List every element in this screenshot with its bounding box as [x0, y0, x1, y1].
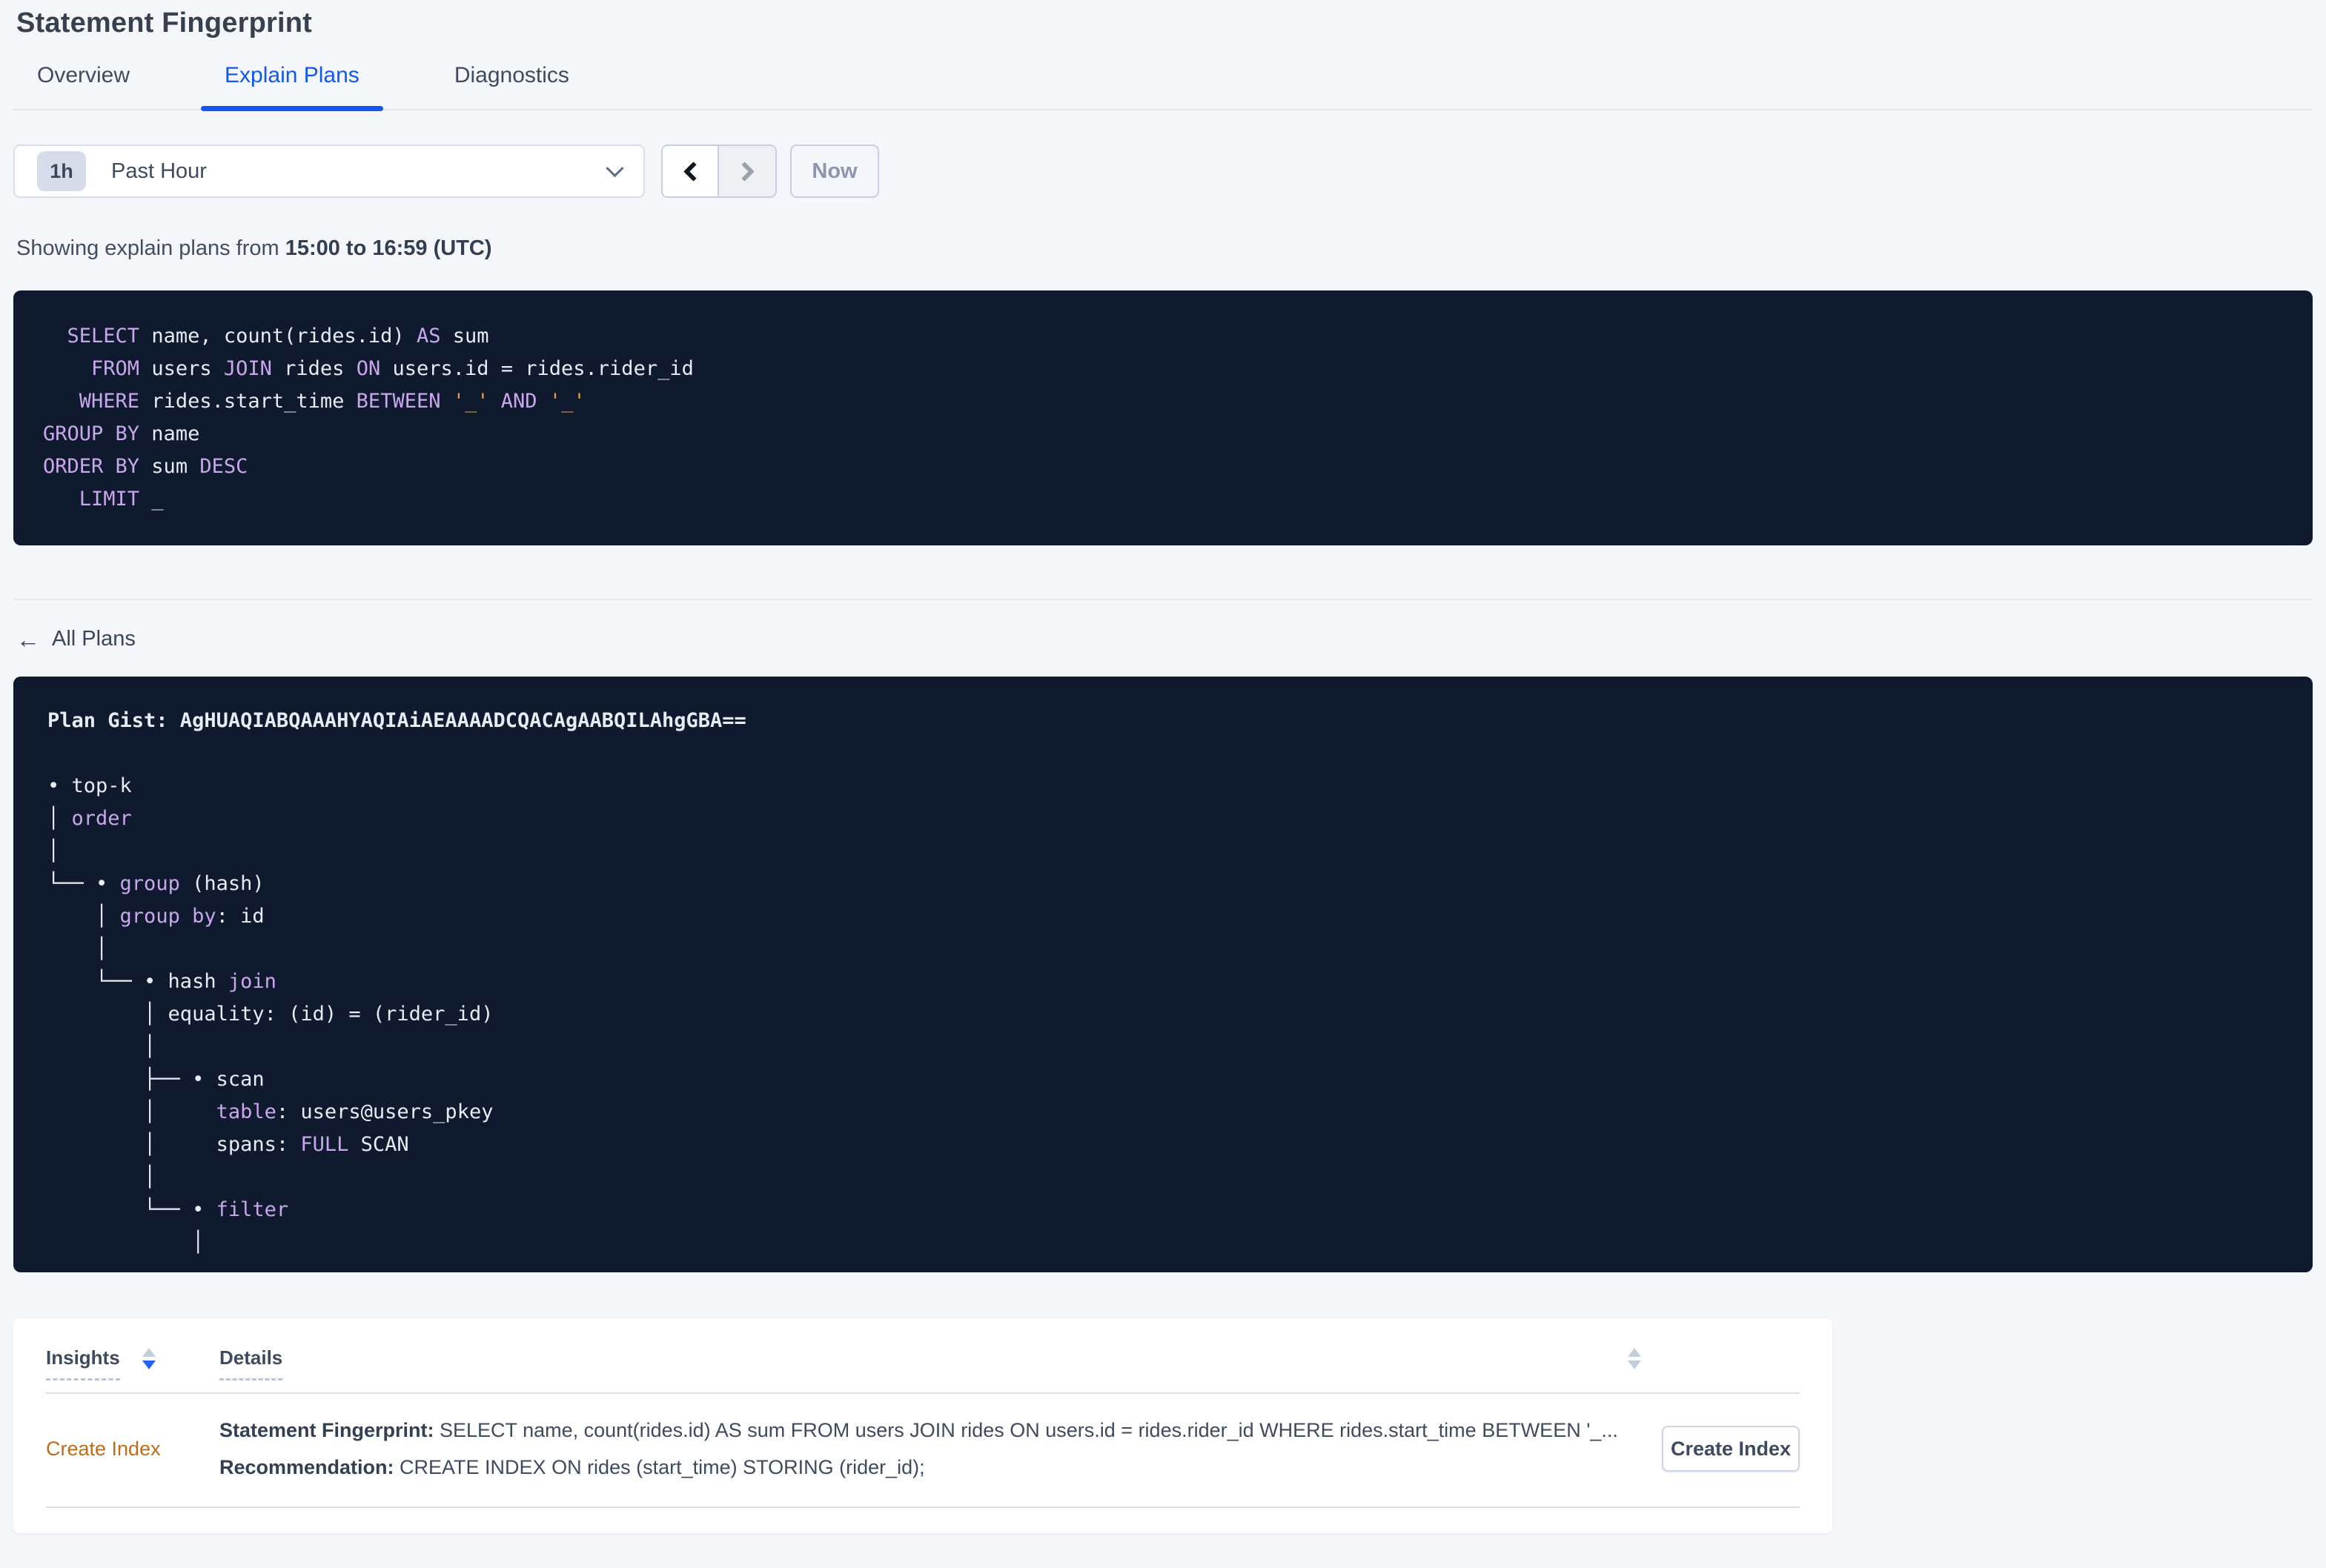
insights-column-header: Insights [46, 1346, 219, 1381]
sort-desc-icon [142, 1361, 156, 1369]
time-controls: 1h Past Hour Now [13, 144, 2313, 198]
statement-fingerprint-label: Statement Fingerprint: [219, 1419, 434, 1441]
sql-statement-block: SELECT name, count(rides.id) AS sum FROM… [13, 290, 2313, 545]
all-plans-label: All Plans [52, 627, 136, 651]
plan-gist-block: Plan Gist: AgHUAQIABQAAAHYAQIAiAEAAAADCQ… [13, 677, 2313, 1272]
all-plans-back-link[interactable]: ← All Plans [16, 627, 136, 651]
details-column-header: Details [219, 1346, 1662, 1381]
sort-asc-icon [1628, 1348, 1641, 1357]
sort-details-icon[interactable] [1628, 1348, 1641, 1369]
chevron-right-icon [734, 161, 755, 182]
section-divider [13, 599, 2313, 600]
showing-prefix: Showing explain plans from [16, 236, 285, 260]
arrow-left-icon: ← [16, 625, 40, 653]
next-interval-button[interactable] [719, 146, 775, 196]
now-button[interactable]: Now [790, 144, 879, 198]
time-range-badge: 1h [37, 151, 86, 191]
create-index-button[interactable]: Create Index [1662, 1426, 1800, 1472]
insights-table-header: Insights Details [46, 1346, 1800, 1394]
chevron-left-icon [683, 161, 703, 182]
page-title: Statement Fingerprint [16, 7, 313, 39]
time-step-buttons [661, 144, 777, 198]
showing-range-text: Showing explain plans from 15:00 to 16:5… [16, 236, 2313, 261]
insight-row: Create Index Statement Fingerprint: SELE… [46, 1394, 1800, 1508]
tab-bar: Overview Explain Plans Diagnostics [13, 63, 2313, 111]
insights-header-label: Insights [46, 1346, 120, 1381]
previous-interval-button[interactable] [663, 146, 719, 196]
recommendation-line: Recommendation: CREATE INDEX ON rides (s… [219, 1449, 1644, 1486]
time-range-label: Past Hour [111, 159, 207, 183]
insight-details: Statement Fingerprint: SELECT name, coun… [219, 1412, 1662, 1486]
chevron-down-icon [606, 159, 624, 177]
statement-fingerprint-line: Statement Fingerprint: SELECT name, coun… [219, 1412, 1644, 1449]
plan-gist-tree: • top-k │ order │ └── • group (hash) │ grou… [47, 774, 494, 1254]
sort-asc-icon [142, 1348, 156, 1357]
tab-diagnostics[interactable]: Diagnostics [431, 63, 593, 109]
create-index-link[interactable]: Create Index [46, 1438, 219, 1461]
statement-fingerprint-text: SELECT name, count(rides.id) AS sum FROM… [434, 1419, 1618, 1441]
insights-card: Insights Details Create Index Statement … [13, 1318, 1832, 1533]
recommendation-text: CREATE INDEX ON rides (start_time) STORI… [394, 1456, 925, 1478]
showing-range: 15:00 to 16:59 (UTC) [285, 236, 492, 260]
details-header-label: Details [219, 1346, 283, 1381]
sql-statement-code: SELECT name, count(rides.id) AS sum FROM… [43, 325, 694, 511]
tab-overview[interactable]: Overview [13, 63, 153, 109]
sort-insights-icon[interactable] [142, 1348, 156, 1369]
sort-desc-icon [1628, 1361, 1641, 1369]
statement-fingerprint-page: Statement Fingerprint Overview Explain P… [0, 7, 2326, 1533]
recommendation-label: Recommendation: [219, 1456, 394, 1478]
tab-explain-plans[interactable]: Explain Plans [201, 63, 383, 111]
plan-gist-header: Plan Gist: AgHUAQIABQAAAHYAQIAiAEAAAADCQ… [47, 709, 746, 732]
time-range-select[interactable]: 1h Past Hour [13, 144, 645, 198]
